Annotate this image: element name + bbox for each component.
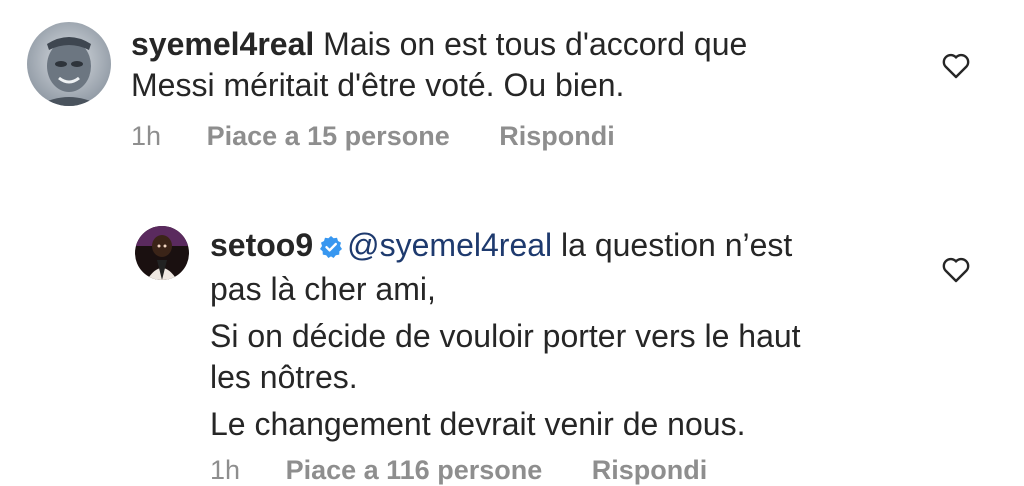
comment-text-line: pas là cher ami,: [210, 271, 436, 307]
heart-outline-icon[interactable]: [942, 257, 970, 283]
comment-text-line: la question n’est: [552, 227, 793, 263]
comment-text-line: Mais on est tous d'accord que: [323, 26, 748, 62]
verified-badge-icon: [319, 228, 343, 269]
likes-count[interactable]: Piace a 15 persone: [207, 121, 450, 152]
comment-text: syemel4real Mais on est tous d'accord qu…: [131, 24, 931, 106]
avatar[interactable]: [135, 226, 189, 280]
reply-button[interactable]: Rispondi: [592, 455, 708, 486]
timestamp[interactable]: 1h: [131, 121, 161, 152]
comment-meta: 1h Piace a 116 persone Rispondi: [210, 455, 707, 486]
heart-outline-icon[interactable]: [942, 53, 970, 79]
likes-count[interactable]: Piace a 116 persone: [286, 455, 543, 486]
comment-text-line: les nôtres.: [210, 359, 358, 395]
comment-text-line: Messi méritait d'être voté. Ou bien.: [131, 67, 625, 103]
comment-text-line: Le changement devrait venir de nous.: [210, 406, 746, 442]
avatar[interactable]: [27, 22, 111, 106]
comment-text: setoo9 @syemel4real la question n’est pa…: [210, 225, 1000, 445]
username[interactable]: setoo9: [210, 227, 313, 263]
comment-meta: 1h Piace a 15 persone Rispondi: [131, 121, 615, 152]
timestamp[interactable]: 1h: [210, 455, 240, 486]
comment-text-line: Si on décide de vouloir porter vers le h…: [210, 318, 801, 354]
reply-button[interactable]: Rispondi: [499, 121, 615, 152]
username[interactable]: syemel4real: [131, 26, 314, 62]
mention-link[interactable]: @syemel4real: [347, 227, 552, 263]
